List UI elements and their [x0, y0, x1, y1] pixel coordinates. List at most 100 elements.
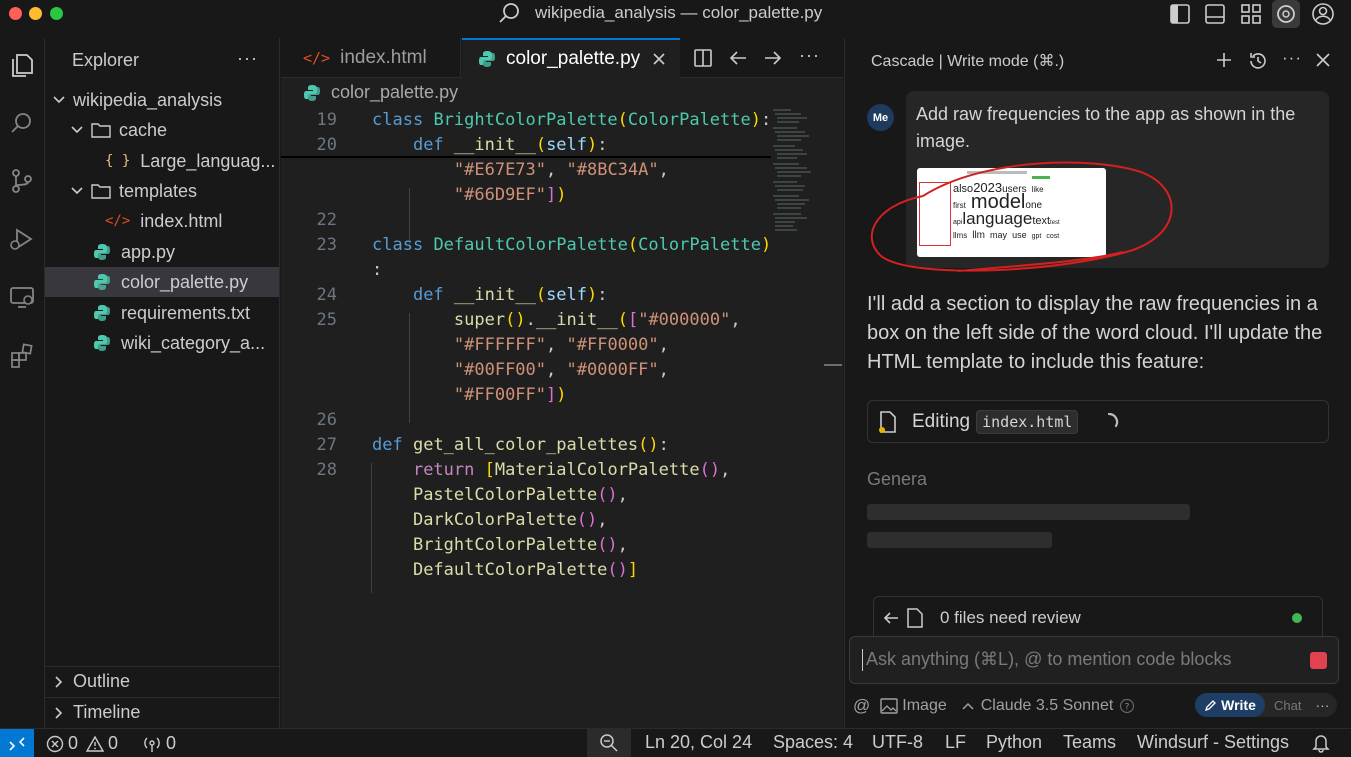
zoom-icon: [600, 734, 618, 752]
zoom-indicator[interactable]: [587, 729, 631, 757]
warning-icon: [86, 735, 105, 752]
help-icon[interactable]: ?: [1119, 698, 1135, 714]
customize-layout-icon[interactable]: [1239, 2, 1263, 26]
breadcrumb: color_palette.py: [303, 82, 458, 103]
outline-label: Outline: [73, 671, 131, 691]
tree-root-folder[interactable]: wikipedia_analysis: [45, 85, 279, 115]
input-toolbar: @ Image Claude 3.5 Sonnet ?: [853, 696, 1135, 716]
chevron-down-icon: [53, 96, 65, 104]
python-file-icon: [94, 305, 110, 321]
tree-item-label: cache: [119, 119, 168, 140]
cascade-toggle-button[interactable]: [1272, 0, 1300, 28]
toggle-sidebar-icon[interactable]: [1168, 2, 1192, 26]
encoding[interactable]: UTF-8: [872, 732, 923, 753]
timeline-section[interactable]: Timeline: [45, 697, 279, 727]
minimize-window-button[interactable]: [29, 7, 42, 20]
error-icon: [46, 735, 64, 752]
mode-more-button[interactable]: ···: [1315, 697, 1329, 713]
python-file-icon: [94, 335, 110, 351]
stop-button[interactable]: [1310, 652, 1327, 669]
arrow-right-icon[interactable]: [763, 48, 783, 68]
cascade-title: Cascade | Write mode (⌘.): [871, 53, 1065, 70]
code-editor[interactable]: 19 class BrightColorPalette(ColorPalette)…: [281, 108, 771, 728]
tree-item-label: templates: [119, 180, 198, 201]
ports-indicator[interactable]: 0: [142, 733, 176, 754]
account-icon[interactable]: [1311, 2, 1335, 26]
python-file-icon: [304, 84, 320, 101]
tab-index-html[interactable]: </> index.html: [281, 38, 461, 78]
svg-text:?: ?: [1125, 703, 1130, 713]
bell-icon[interactable]: [1312, 733, 1330, 753]
windsurf-settings[interactable]: Windsurf - Settings: [1137, 732, 1289, 753]
tree-item-templates[interactable]: templates: [45, 176, 279, 206]
tree-item-color-palette[interactable]: color_palette.py: [45, 267, 279, 297]
image-button[interactable]: Image: [902, 697, 946, 715]
cascade-more-button[interactable]: ···: [1282, 48, 1302, 68]
outline-section[interactable]: Outline: [45, 666, 279, 696]
editing-status-card[interactable]: Editing index.html: [867, 400, 1329, 443]
explorer-sidebar: Explorer ··· wikipedia_analysis cache { …: [45, 38, 280, 728]
editor-area: </> index.html color_palette.py ··· colo…: [281, 38, 843, 728]
close-window-button[interactable]: [9, 7, 22, 20]
editor-tabs: </> index.html color_palette.py ···: [281, 38, 843, 78]
tree-item-label: Large_languag...: [140, 150, 276, 171]
explorer-activity-button[interactable]: [4, 47, 40, 83]
cascade-icon: [1277, 5, 1295, 23]
review-label: 0 files need review: [940, 607, 1081, 627]
write-mode-button[interactable]: Write: [1195, 693, 1265, 717]
close-icon[interactable]: [1315, 52, 1331, 68]
remote-explorer-activity-button[interactable]: [4, 279, 40, 315]
indentation[interactable]: Spaces: 4: [773, 732, 853, 753]
activity-bar: [0, 38, 45, 728]
toggle-panel-icon[interactable]: [1203, 2, 1227, 26]
chat-input[interactable]: Ask anything (⌘L), @ to mention code blo…: [849, 636, 1339, 684]
search-icon[interactable]: [498, 1, 522, 25]
run-debug-activity-button[interactable]: [4, 221, 40, 257]
cursor-position[interactable]: Ln 20, Col 24: [645, 732, 752, 753]
maximize-window-button[interactable]: [50, 7, 63, 20]
language-mode[interactable]: Python: [986, 732, 1042, 753]
sidebar-more-button[interactable]: ···: [237, 48, 258, 69]
arrow-left-icon[interactable]: [728, 48, 748, 68]
tree-item-index-html[interactable]: </> index.html: [45, 206, 279, 236]
tab-label: color_palette.py: [506, 48, 641, 69]
editor-more-button[interactable]: ···: [799, 45, 820, 66]
folder-icon: [91, 123, 111, 138]
chat-mode-button[interactable]: Chat: [1274, 698, 1301, 713]
source-control-activity-button[interactable]: [4, 163, 40, 199]
tree-item-requirements[interactable]: requirements.txt: [45, 298, 279, 328]
extensions-activity-button[interactable]: [4, 337, 40, 373]
html-file-icon: </>: [303, 49, 331, 67]
tree-item-cache[interactable]: cache: [45, 115, 279, 145]
broadcast-icon: [144, 737, 160, 752]
file-icon: [907, 607, 923, 628]
python-file-icon: [94, 274, 110, 290]
tree-item-wiki-category[interactable]: wiki_category_a...: [45, 328, 279, 358]
python-file-icon: [94, 244, 110, 260]
mention-icon[interactable]: @: [853, 696, 870, 716]
tab-color-palette[interactable]: color_palette.py: [462, 38, 680, 78]
code-line: 19 class BrightColorPalette(ColorPalette)…: [316, 110, 772, 130]
split-editor-icon[interactable]: [693, 48, 713, 68]
plus-icon[interactable]: [1215, 51, 1233, 69]
minimap[interactable]: [771, 108, 816, 238]
teams-status[interactable]: Teams: [1063, 732, 1116, 753]
history-icon[interactable]: [1248, 51, 1268, 71]
tree-item-label: color_palette.py: [121, 271, 249, 292]
review-bar[interactable]: 0 files need review: [873, 596, 1323, 638]
remote-indicator[interactable]: [0, 729, 34, 757]
line-ending[interactable]: LF: [945, 732, 966, 753]
search-activity-button[interactable]: [4, 105, 40, 141]
problems-indicator[interactable]: 0 0: [46, 733, 118, 754]
title-bar: wikipedia_analysis — color_palette.py: [0, 0, 1351, 28]
code-line-sticky: 20 def __init__(self):: [281, 133, 771, 158]
image-icon: [880, 698, 898, 714]
tree-item-app-py[interactable]: app.py: [45, 237, 279, 267]
close-icon[interactable]: [652, 52, 666, 66]
assistant-message: I'll add a section to display the raw fr…: [867, 293, 1323, 373]
editing-label: Editing: [912, 410, 971, 432]
scrollbar-marker: [824, 364, 842, 366]
model-selector[interactable]: Claude 3.5 Sonnet: [981, 697, 1114, 715]
tree-item-large-language[interactable]: { } Large_languag...: [45, 146, 279, 176]
breadcrumb-file: color_palette.py: [331, 82, 459, 102]
